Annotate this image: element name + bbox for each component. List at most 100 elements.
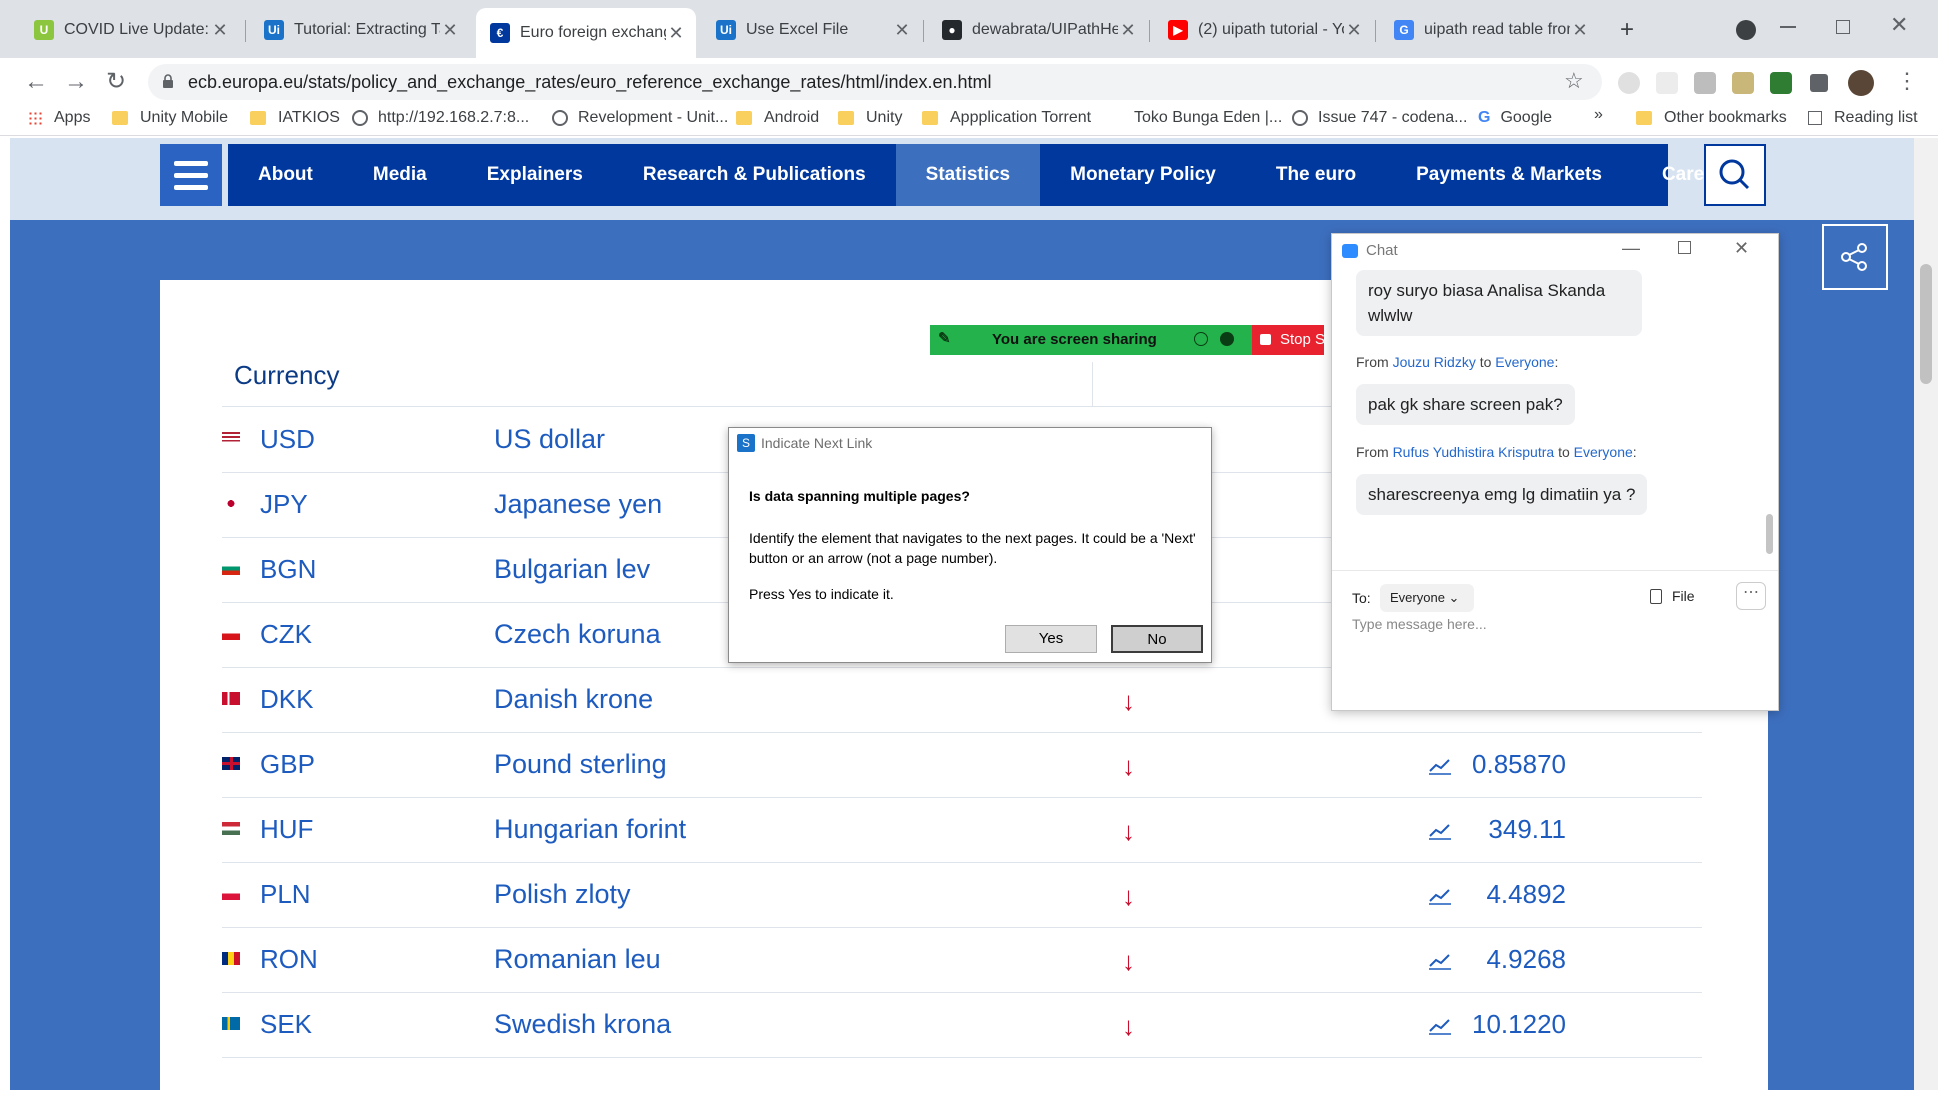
extension-icon[interactable]	[1732, 72, 1754, 94]
extension-icon[interactable]	[1770, 72, 1792, 94]
extension-icon[interactable]	[1694, 72, 1716, 94]
close-tab-icon[interactable]: ✕	[666, 23, 686, 44]
chat-message-input[interactable]	[1352, 612, 1752, 636]
currency-code[interactable]: CZK	[260, 619, 312, 650]
avatar[interactable]	[1848, 70, 1874, 96]
currency-name[interactable]: Bulgarian lev	[494, 554, 650, 585]
tab[interactable]: ● dewabrata/UIPathHell ✕	[928, 10, 1148, 50]
search-button[interactable]	[1704, 144, 1766, 206]
nav-item[interactable]: The euro	[1246, 144, 1386, 206]
address-bar[interactable]: ecb.europa.eu/stats/policy_and_exchange_…	[148, 64, 1602, 100]
currency-code[interactable]: PLN	[260, 879, 311, 910]
maximize-icon[interactable]	[1678, 241, 1691, 254]
close-tab-icon[interactable]: ✕	[1118, 20, 1138, 41]
nav-item[interactable]: About	[228, 144, 343, 206]
stop-share-button[interactable]: Stop Sh	[1252, 325, 1324, 355]
currency-code[interactable]: SEK	[260, 1009, 312, 1040]
bookmark-item[interactable]: Apps	[28, 106, 90, 130]
tab[interactable]: Ui Tutorial: Extracting Tal ✕	[250, 10, 470, 50]
close-window-icon[interactable]: ✕	[1890, 12, 1908, 38]
info-icon[interactable]	[1194, 332, 1208, 346]
nav-item[interactable]: Research & Publications	[613, 144, 896, 206]
recipient-name[interactable]: Everyone	[1495, 354, 1554, 370]
tab[interactable]: ▶ (2) uipath tutorial - Yo ✕	[1154, 10, 1374, 50]
nav-item[interactable]: Statistics	[895, 144, 1041, 206]
bookmark-item[interactable]: Issue 747 - codena...	[1292, 106, 1467, 130]
currency-name[interactable]: Pound sterling	[494, 749, 667, 780]
menu-icon[interactable]: ⋮	[1896, 68, 1918, 94]
more-options-button[interactable]: ⋯	[1736, 582, 1766, 610]
recipient-dropdown[interactable]: Everyone ⌄	[1380, 584, 1474, 612]
currency-code[interactable]: RON	[260, 944, 318, 975]
close-tab-icon[interactable]: ✕	[1570, 20, 1590, 41]
currency-code[interactable]: BGN	[260, 554, 316, 585]
new-tab-button[interactable]: +	[1620, 16, 1634, 44]
chart-trend-icon[interactable]	[1428, 887, 1452, 905]
currency-name[interactable]: Czech koruna	[494, 619, 661, 650]
currency-name[interactable]: US dollar	[494, 424, 605, 455]
close-tab-icon[interactable]: ✕	[210, 20, 230, 41]
sender-name[interactable]: Rufus Yudhistira Krisputra	[1393, 444, 1555, 460]
currency-code[interactable]: HUF	[260, 814, 313, 845]
back-icon[interactable]: ←	[20, 66, 52, 98]
bookmark-item[interactable]: IATKIOS	[250, 106, 340, 130]
nav-item[interactable]: Monetary Policy	[1040, 144, 1246, 206]
tab[interactable]: Guipath read table from ✕	[1380, 10, 1600, 50]
tab-search-icon[interactable]	[1736, 20, 1756, 40]
share-button[interactable]	[1822, 224, 1888, 290]
chart-trend-icon[interactable]	[1428, 952, 1452, 970]
reload-icon[interactable]: ↻	[100, 66, 132, 98]
minimize-icon[interactable]: —	[1622, 238, 1640, 259]
currency-code[interactable]: JPY	[260, 489, 308, 520]
file-button[interactable]: File	[1650, 588, 1695, 604]
bookmarks-more[interactable]: »	[1594, 106, 1603, 124]
currency-name[interactable]: Polish zloty	[494, 879, 631, 910]
yes-button[interactable]: Yes	[1005, 625, 1097, 653]
close-tab-icon[interactable]: ✕	[892, 20, 912, 41]
currency-name[interactable]: Danish krone	[494, 684, 653, 715]
bookmark-other[interactable]: Other bookmarks	[1636, 106, 1787, 130]
hamburger-menu-icon[interactable]	[160, 144, 222, 206]
close-icon[interactable]: ✕	[1734, 238, 1749, 259]
nav-item[interactable]: Media	[343, 144, 457, 206]
currency-name[interactable]: Japanese yen	[494, 489, 662, 520]
bookmark-item[interactable]: G Google	[1478, 106, 1552, 130]
bookmark-item[interactable]: Toko Bunga Eden |...	[1134, 106, 1282, 130]
bookmark-item[interactable]: Unity	[838, 106, 902, 130]
forward-icon[interactable]: →	[60, 66, 92, 98]
close-tab-icon[interactable]: ✕	[1344, 20, 1364, 41]
extension-icon[interactable]	[1618, 72, 1640, 94]
bookmark-item[interactable]: Revelopment - Unit...	[552, 106, 728, 130]
extension-icon[interactable]	[1656, 72, 1678, 94]
nav-item[interactable]: Explainers	[457, 144, 613, 206]
tab[interactable]: Ui Use Excel File ✕	[702, 10, 922, 50]
currency-code[interactable]: GBP	[260, 749, 315, 780]
sender-name[interactable]: Jouzu Ridzky	[1393, 354, 1476, 370]
currency-name[interactable]: Romanian leu	[494, 944, 661, 975]
bookmark-star-icon[interactable]: ☆	[1564, 68, 1584, 94]
puzzle-icon[interactable]	[1810, 74, 1828, 92]
chat-scrollbar[interactable]	[1766, 514, 1773, 554]
currency-code[interactable]: DKK	[260, 684, 313, 715]
chart-trend-icon[interactable]	[1428, 1017, 1452, 1035]
currency-code[interactable]: USD	[260, 424, 315, 455]
bookmark-item[interactable]: Appplication Torrent	[922, 106, 1091, 130]
recipient-name[interactable]: Everyone	[1574, 444, 1633, 460]
page-scrollbar[interactable]	[1914, 138, 1938, 1090]
reading-list[interactable]: Reading list	[1808, 106, 1918, 130]
currency-name[interactable]: Swedish krona	[494, 1009, 671, 1040]
close-tab-icon[interactable]: ✕	[440, 20, 460, 41]
currency-name[interactable]: Hungarian forint	[494, 814, 686, 845]
restore-icon[interactable]	[1836, 20, 1850, 34]
tab[interactable]: U COVID Live Update: 1é✕	[20, 10, 240, 50]
scrollbar-thumb[interactable]	[1920, 264, 1932, 384]
tab[interactable]: € Euro foreign exchange ✕	[476, 8, 696, 58]
minimize-icon[interactable]	[1780, 26, 1796, 28]
bookmark-item[interactable]: http://192.168.2.7:8...	[352, 106, 529, 130]
bookmark-item[interactable]: Unity Mobile	[112, 106, 228, 130]
no-button[interactable]: No	[1111, 625, 1203, 653]
chart-trend-icon[interactable]	[1428, 822, 1452, 840]
bookmark-item[interactable]: Android	[736, 106, 819, 130]
nav-item[interactable]: Payments & Markets	[1386, 144, 1632, 206]
chart-trend-icon[interactable]	[1428, 757, 1452, 775]
